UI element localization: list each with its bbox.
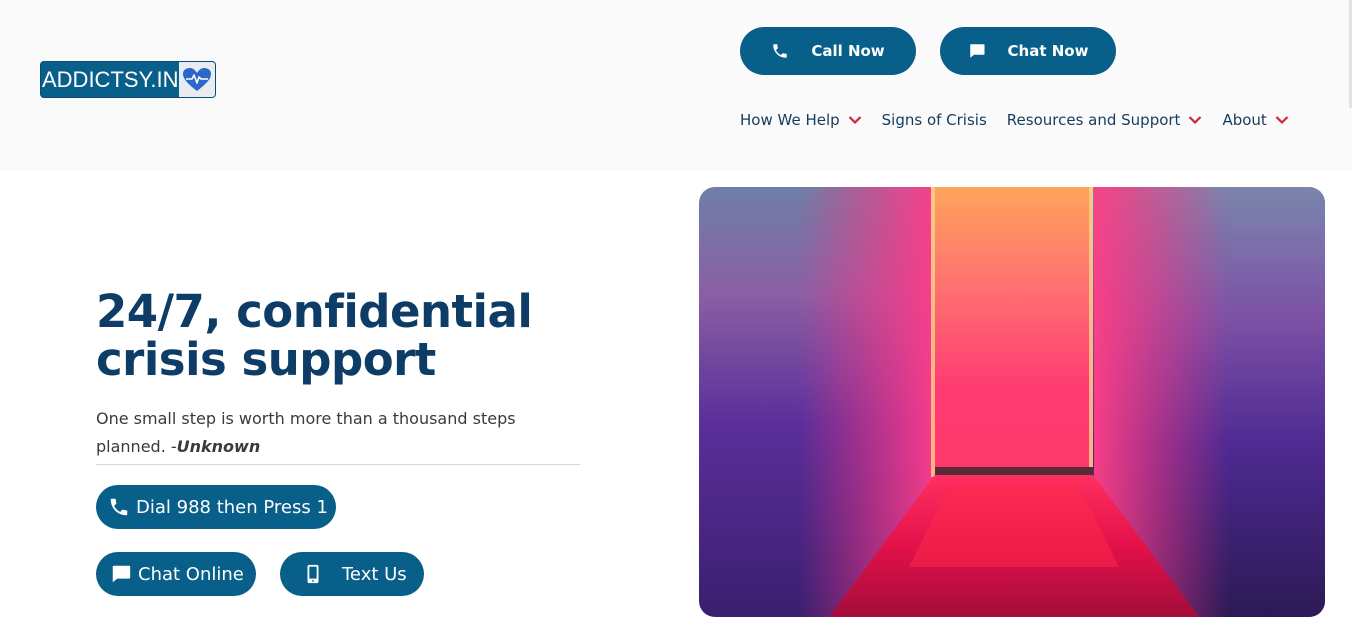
- logo-text: ADDICTSY.IN: [42, 67, 179, 92]
- nav-item-how-we-help[interactable]: How We Help: [740, 111, 862, 129]
- chat-bubble-icon: [968, 42, 986, 60]
- chat-bubble-icon: [110, 563, 132, 585]
- chat-now-label: Chat Now: [1007, 42, 1089, 60]
- quote-author: Unknown: [176, 437, 261, 456]
- hero-quote: One small step is worth more than a thou…: [96, 405, 580, 465]
- nav-item-signs-of-crisis[interactable]: Signs of Crisis: [882, 111, 987, 129]
- hero-image: [699, 187, 1325, 617]
- site-logo[interactable]: ADDICTSY.IN: [40, 61, 216, 98]
- dial-988-button[interactable]: Dial 988 then Press 1: [96, 485, 336, 529]
- text-us-label: Text Us: [342, 563, 407, 585]
- call-now-button[interactable]: Call Now: [740, 27, 916, 75]
- chat-online-label: Chat Online: [138, 563, 244, 585]
- call-now-label: Call Now: [811, 42, 885, 60]
- phone-icon: [771, 42, 789, 60]
- text-us-button[interactable]: Text Us: [280, 552, 424, 596]
- nav-item-label: Signs of Crisis: [881, 111, 987, 129]
- nav-item-about[interactable]: About: [1222, 111, 1289, 129]
- heart-pulse-icon: [179, 62, 215, 97]
- chevron-down-icon: [1275, 115, 1289, 125]
- quote-text: One small step is worth more than a thou…: [96, 409, 516, 456]
- site-header: ADDICTSY.IN Call Now Chat Now How We Hel…: [0, 0, 1352, 171]
- dial-988-label: Dial 988 then Press 1: [136, 496, 328, 518]
- nav-item-label: How We Help: [740, 111, 840, 129]
- hero-title: 24/7, confidential crisis support: [96, 285, 533, 386]
- mobile-phone-icon: [302, 563, 324, 585]
- nav-item-resources-and-support[interactable]: Resources and Support: [1007, 111, 1203, 129]
- chevron-down-icon: [1188, 115, 1202, 125]
- chat-now-button[interactable]: Chat Now: [940, 27, 1116, 75]
- chat-online-button[interactable]: Chat Online: [96, 552, 256, 596]
- phone-icon: [108, 496, 130, 518]
- main-nav: How We Help Signs of Crisis Resources an…: [740, 108, 1289, 132]
- nav-item-label: About: [1222, 111, 1267, 129]
- chevron-down-icon: [848, 115, 862, 125]
- nav-item-label: Resources and Support: [1006, 111, 1181, 129]
